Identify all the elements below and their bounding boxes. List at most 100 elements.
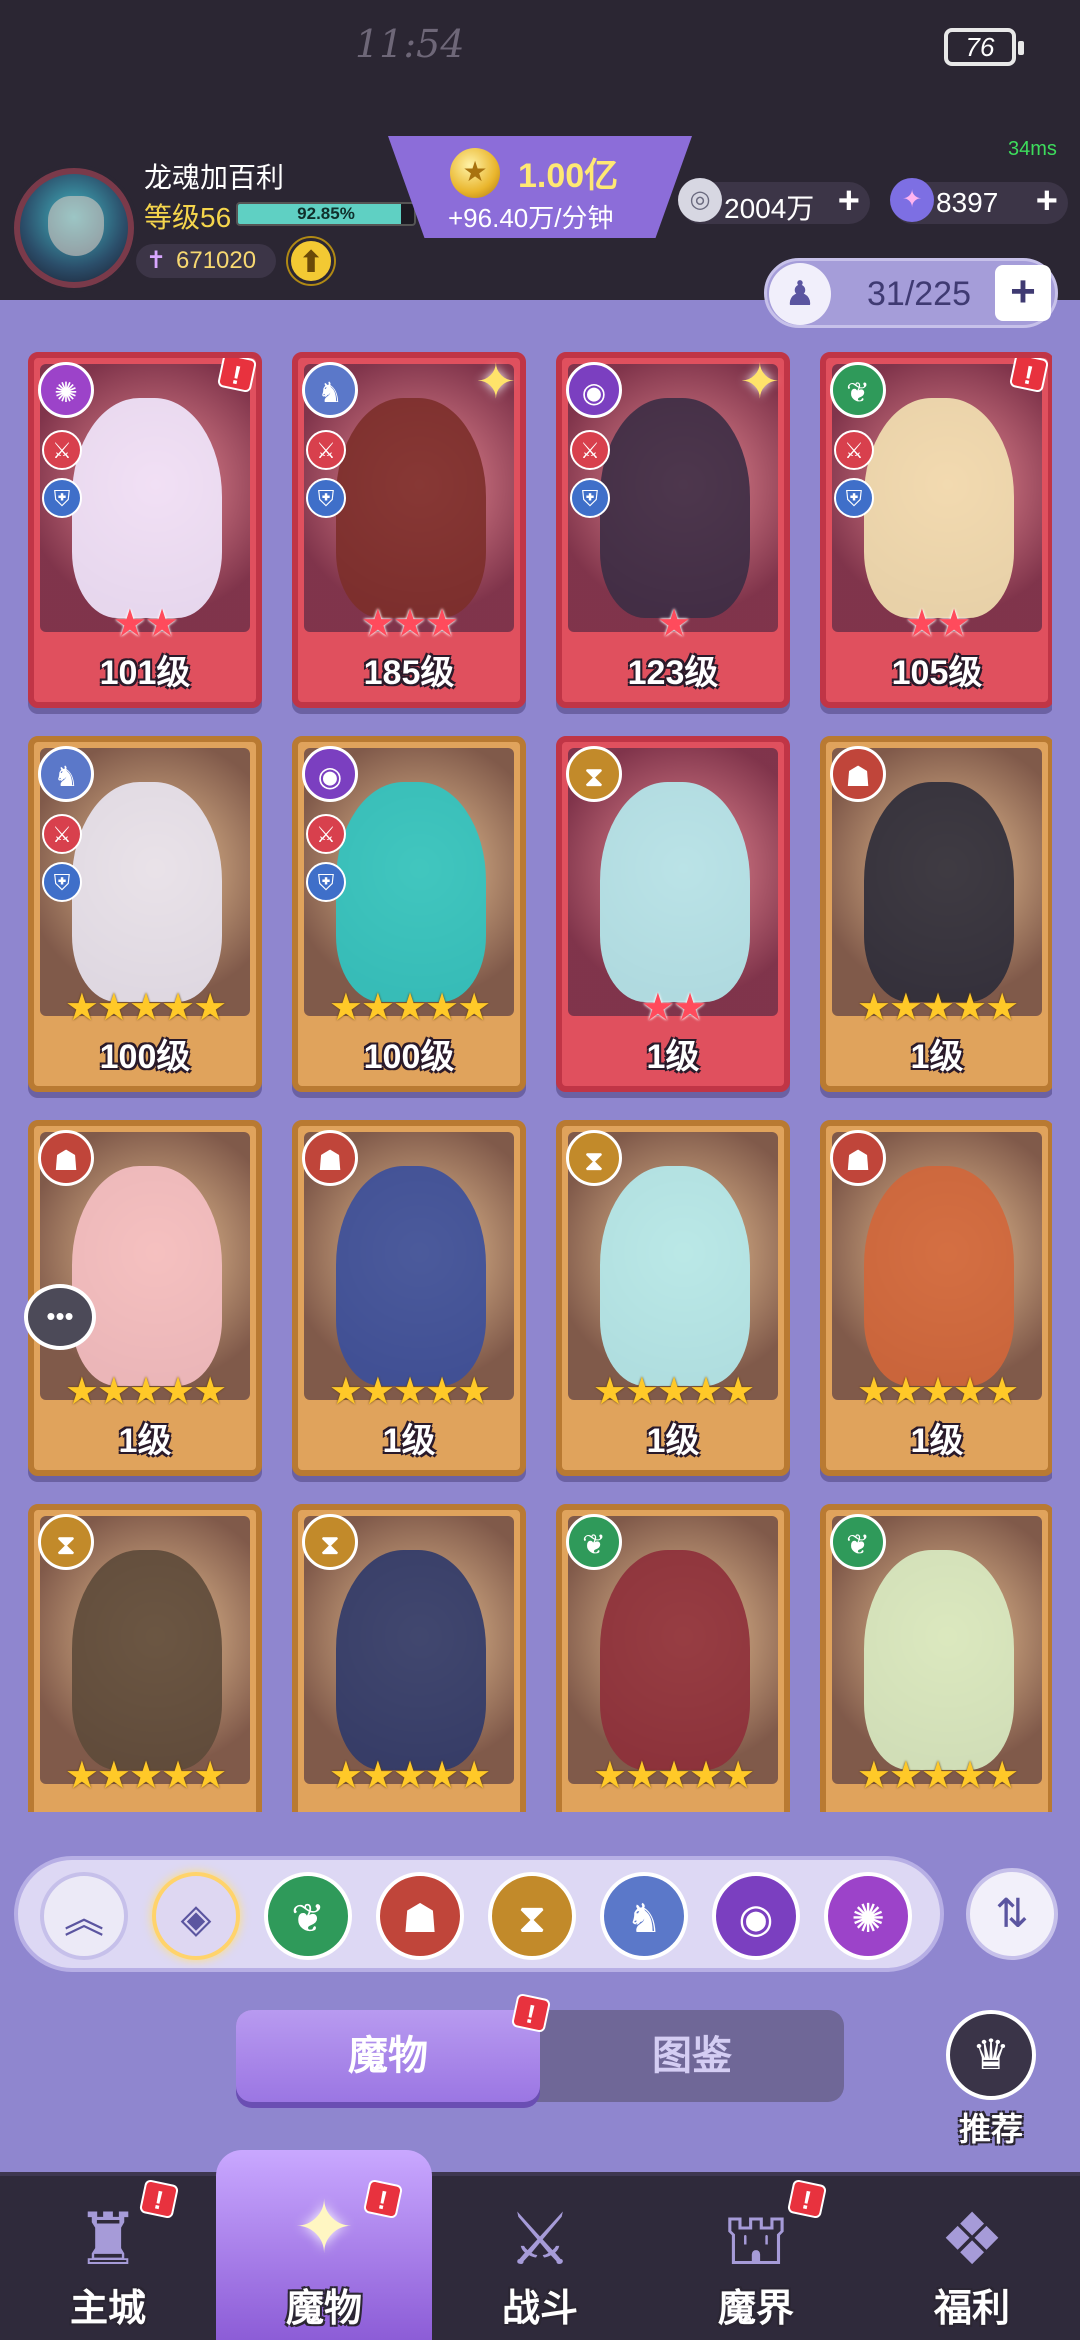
monster-card[interactable]: ◉ ★★★★★ 100级 ⚔ ⛨ xyxy=(292,736,526,1092)
monster-portrait xyxy=(336,782,486,1002)
shield-icon: ⛨ xyxy=(42,478,82,518)
chat-icon[interactable]: ••• xyxy=(24,1284,96,1350)
monster-card[interactable]: ⧗ ★★★★★ 1级 xyxy=(556,1120,790,1476)
sort-button[interactable]: ⇅ xyxy=(966,1868,1058,1960)
tab-codex[interactable]: 图鉴 xyxy=(540,2010,844,2102)
player-level: 等级56 xyxy=(144,202,232,233)
monster-portrait xyxy=(72,1550,222,1770)
faction-icon: ✺ xyxy=(38,362,94,418)
star-rating: ★★★★★ xyxy=(64,987,227,1029)
exp-bar: 92.85% xyxy=(236,202,416,226)
star-rating: ★★★★★ xyxy=(856,1755,1019,1797)
tab-monsters[interactable]: 魔物 xyxy=(236,2010,540,2102)
gem-resource[interactable]: ✦ 8397 + xyxy=(890,178,1068,224)
sparkle-icon: ✦ xyxy=(739,356,780,409)
cat-icon: ♟ xyxy=(769,263,831,325)
filter-all-button[interactable]: ◈ xyxy=(152,1872,240,1960)
star-rating: ★★★★★ xyxy=(856,987,1019,1029)
faction-icon: ◉ xyxy=(302,746,358,802)
alert-icon: ! xyxy=(786,2178,828,2220)
faction-icon: ☗ xyxy=(830,1130,886,1186)
monster-card[interactable]: ☗ ★★★★★ 1级 xyxy=(820,1120,1052,1476)
filter-collapse-button[interactable]: ︽ xyxy=(40,1872,128,1960)
faction-icon: ♞ xyxy=(38,746,94,802)
nav-item-2[interactable]: ⚔ 战斗 xyxy=(432,2176,648,2340)
monster-card[interactable]: ❦ ★★★★★ xyxy=(556,1504,790,1812)
monster-grid: ✺ ★★ 101级 ⚔ ⛨! ♞ ★★★ 185级 ⚔ ⛨ ✦ ◉ ★ 123级 ⚔ ⛨… xyxy=(28,352,1052,1812)
nav-item-3[interactable]: ⛫ 魔界 ! xyxy=(648,2176,864,2340)
faction-icon: ♞ xyxy=(302,362,358,418)
shield-icon: ⛨ xyxy=(306,862,346,902)
add-silver-button[interactable]: + xyxy=(838,180,860,223)
monster-card[interactable]: ⧗ ★★★★★ xyxy=(292,1504,526,1812)
monster-card[interactable]: ✺ ★★ 101级 ⚔ ⛨! xyxy=(28,352,262,708)
nav-item-0[interactable]: ♜ 主城 ! xyxy=(0,2176,216,2340)
shield-icon: ⛨ xyxy=(306,478,346,518)
alert-icon: ! xyxy=(510,1992,552,2034)
status-bar: 11:54 76 xyxy=(0,0,1080,100)
silver-value: 2004万 xyxy=(724,193,815,224)
expand-capacity-button[interactable]: + xyxy=(995,265,1051,321)
monster-portrait xyxy=(864,398,1014,618)
combat-power-value: 671020 xyxy=(176,247,257,274)
monster-portrait xyxy=(600,398,750,618)
bottom-nav: ♜ 主城 ! ✦ 魔物 ! ⚔ 战斗 ⛫ 魔界 ! ❖ 福利 xyxy=(0,2150,1080,2340)
star-rating: ★★★★★ xyxy=(856,1371,1019,1413)
monster-card[interactable]: ♞ ★★★ 185级 ⚔ ⛨ ✦ xyxy=(292,352,526,708)
nav-label: 主城 xyxy=(69,2288,146,2330)
filter-leaf-button[interactable]: ❦ xyxy=(264,1872,352,1960)
player-name: 龙魂加百利 xyxy=(144,162,285,193)
filter-mask-button[interactable]: ☗ xyxy=(376,1872,464,1960)
monster-card[interactable]: ❦ ★★★★★ xyxy=(820,1504,1052,1812)
nav-item-1[interactable]: ✦ 魔物 ! xyxy=(216,2150,432,2340)
star-rating: ★★★★★ xyxy=(592,1755,755,1797)
nav-label: 魔界 xyxy=(717,2288,794,2330)
filter-hourglass-button[interactable]: ⧗ xyxy=(488,1872,576,1960)
monster-card[interactable]: ♞ ★★★★★ 100级 ⚔ ⛨ xyxy=(28,736,262,1092)
monster-level: 101级 xyxy=(99,654,191,692)
filter-eye-button[interactable]: ◉ xyxy=(712,1872,800,1960)
star-rating: ★★★★★ xyxy=(64,1371,227,1413)
monster-portrait xyxy=(600,1550,750,1770)
star-rating: ★★★★★ xyxy=(328,987,491,1029)
faction-icon: ☗ xyxy=(830,746,886,802)
attack-role-icon: ⚔ xyxy=(306,814,346,854)
monster-level: 100级 xyxy=(99,1038,191,1076)
monster-level: 1级 xyxy=(646,1038,700,1076)
recommend-button[interactable]: ♛ xyxy=(946,2010,1036,2100)
add-gem-button[interactable]: + xyxy=(1036,180,1058,223)
filter-dragon-button[interactable]: ♞ xyxy=(600,1872,688,1960)
recommend-label: 推荐 xyxy=(958,2111,1023,2147)
faction-icon: ❦ xyxy=(830,362,886,418)
faction-icon: ⧗ xyxy=(566,746,622,802)
monster-portrait xyxy=(600,782,750,1002)
faction-icon: ❦ xyxy=(830,1514,886,1570)
clock: 11:54 xyxy=(355,22,465,66)
star-rating: ★ xyxy=(656,603,691,645)
monster-card[interactable]: ⧗ ★★★★★ xyxy=(28,1504,262,1812)
silver-resource[interactable]: ◎ 2004万 + xyxy=(678,178,870,224)
sparkle-icon: ✦ xyxy=(475,356,516,409)
attack-role-icon: ⚔ xyxy=(42,430,82,470)
star-rating: ★★ xyxy=(640,987,707,1029)
monster-card[interactable]: ◉ ★ 123级 ⚔ ⛨ ✦ xyxy=(556,352,790,708)
exp-percent: 92.85% xyxy=(297,204,355,223)
battery-icon: 76 xyxy=(944,28,1024,66)
filter-spiral-button[interactable]: ✺ xyxy=(824,1872,912,1960)
star-rating: ★★★★★ xyxy=(328,1755,491,1797)
monster-card[interactable]: ☗ ★★★★★ 1级 xyxy=(820,736,1052,1092)
faction-icon: ☗ xyxy=(38,1130,94,1186)
shield-icon: ⛨ xyxy=(42,862,82,902)
monster-level: 105级 xyxy=(891,654,983,692)
monster-card[interactable]: ☗ ★★★★★ 1级 xyxy=(292,1120,526,1476)
nav-item-4[interactable]: ❖ 福利 xyxy=(864,2176,1080,2340)
monster-card[interactable]: ❦ ★★ 105级 ⚔ ⛨! xyxy=(820,352,1052,708)
player-avatar[interactable] xyxy=(14,168,134,288)
gold-rate: +96.40万/分钟 xyxy=(448,203,614,233)
level-up-button[interactable]: ⬆ xyxy=(288,238,334,284)
star-rating: ★★★★★ xyxy=(64,1755,227,1797)
monster-portrait xyxy=(72,398,222,618)
attack-role-icon: ⚔ xyxy=(306,430,346,470)
monster-card[interactable]: ⧗ ★★ 1级 xyxy=(556,736,790,1092)
faction-icon: ⧗ xyxy=(38,1514,94,1570)
